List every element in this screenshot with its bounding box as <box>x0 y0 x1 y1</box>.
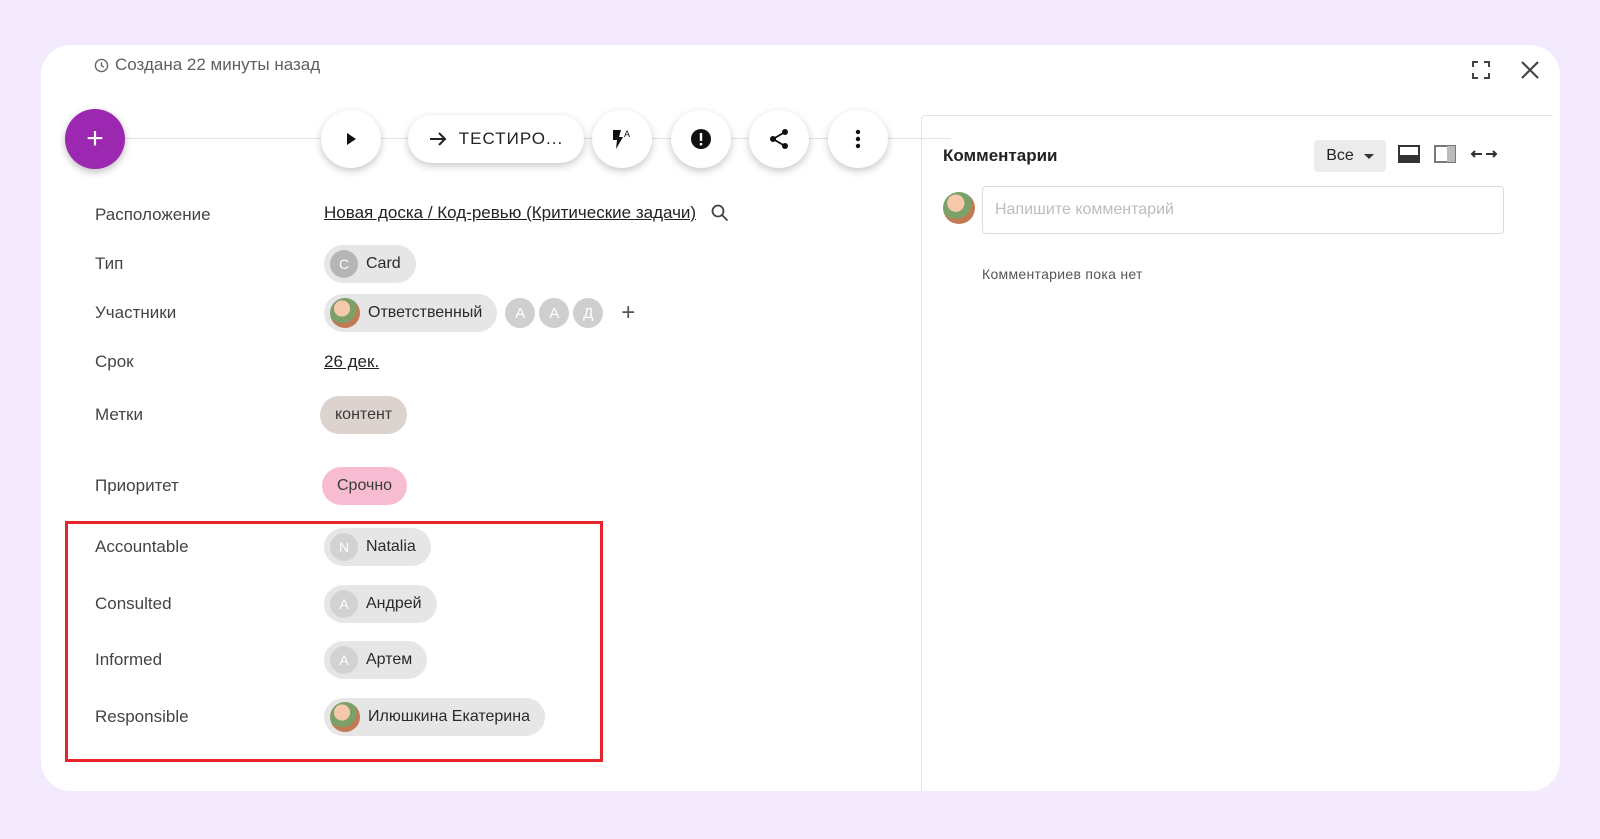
location-label: Расположение <box>95 205 211 224</box>
participants-label: Участники <box>95 303 177 322</box>
priority-label: Приоритет <box>95 476 179 495</box>
participant-avatar[interactable]: Д <box>573 298 604 328</box>
raci-value-informed: А Артем <box>324 641 428 679</box>
clock-icon <box>94 58 109 72</box>
filter-value: Все <box>1326 147 1354 164</box>
raci-value-accountable: N Natalia <box>324 528 431 566</box>
no-comments-text: Комментариев пока нет <box>982 266 1143 282</box>
fullscreen-icon[interactable] <box>1468 57 1494 83</box>
play-button[interactable] <box>321 110 381 168</box>
type-letter: C <box>330 250 358 278</box>
raci-value-responsible: Илюшкина Екатерина <box>324 698 545 736</box>
type-chip[interactable]: C Card <box>324 245 416 283</box>
comment-input[interactable] <box>982 186 1504 234</box>
alert-icon <box>691 129 711 149</box>
plus-icon: + <box>86 122 104 155</box>
card-detail-panel: Создана 22 минуты назад + ТЕСТИРО... A Р… <box>41 45 1560 791</box>
close-icon[interactable] <box>1517 57 1543 83</box>
tags-label: Метки <box>95 405 143 424</box>
arrow-right-icon <box>429 132 447 146</box>
comments-filter-select[interactable]: Все <box>1314 140 1386 172</box>
search-icon[interactable] <box>710 203 730 223</box>
avatar <box>943 192 975 224</box>
participants-value: Ответственный А А Д + <box>324 294 635 332</box>
flash-auto-icon: A <box>613 129 630 149</box>
play-icon <box>347 133 356 145</box>
bottom-panel-icon[interactable] <box>1398 144 1420 164</box>
person-chip[interactable]: Илюшкина Екатерина <box>324 698 545 736</box>
raci-label-informed: Informed <box>95 650 163 669</box>
type-name: Card <box>366 255 401 272</box>
person-letter: N <box>330 533 358 561</box>
due-label: Срок <box>95 352 134 371</box>
tag-chip[interactable]: контент <box>320 396 408 434</box>
avatar <box>330 298 360 328</box>
person-name: Natalia <box>366 538 416 555</box>
created-text: Создана 22 минуты назад <box>115 55 321 74</box>
status-label: ТЕСТИРО... <box>458 129 564 148</box>
side-panel-icon[interactable] <box>1434 144 1456 164</box>
type-value: C Card <box>324 245 416 283</box>
responsible-chip[interactable]: Ответственный <box>324 294 498 332</box>
raci-label-responsible: Responsible <box>95 707 189 726</box>
person-chip[interactable]: А Артем <box>324 641 428 679</box>
raci-label-consulted: Consulted <box>95 594 172 613</box>
person-letter: А <box>330 646 358 674</box>
share-icon <box>770 129 788 149</box>
person-name: Илюшкина Екатерина <box>368 708 530 725</box>
automation-button[interactable]: A <box>592 110 652 168</box>
person-name: Артем <box>366 651 413 668</box>
raci-label-accountable: Accountable <box>95 537 189 556</box>
add-button[interactable]: + <box>65 109 125 169</box>
alert-button[interactable] <box>671 110 731 168</box>
tags-value: контент <box>320 396 408 434</box>
priority-value: Срочно <box>322 467 408 505</box>
person-chip[interactable]: N Natalia <box>324 528 431 566</box>
location-value: Новая доска / Код-ревью (Критические зад… <box>324 203 730 223</box>
share-button[interactable] <box>749 110 809 168</box>
created-info: Создана 22 минуты назад <box>94 55 320 75</box>
due-link[interactable]: 26 дек. <box>324 352 379 372</box>
person-name: Андрей <box>366 595 422 612</box>
raci-value-consulted: А Андрей <box>324 585 437 623</box>
comments-title: Комментарии <box>943 146 1058 165</box>
person-chip[interactable]: А Андрей <box>324 585 437 623</box>
comments-panel: Комментарии Все Комментариев пока нет <box>921 115 1553 791</box>
add-participant-icon[interactable]: + <box>621 299 635 327</box>
type-label: Тип <box>95 254 124 273</box>
person-letter: А <box>330 590 358 618</box>
caret-down-icon <box>1363 153 1374 159</box>
more-vertical-icon <box>855 129 861 149</box>
participant-avatar[interactable]: А <box>539 298 570 328</box>
avatar <box>330 702 360 732</box>
participant-avatar[interactable]: А <box>505 298 536 328</box>
priority-chip[interactable]: Срочно <box>322 467 408 505</box>
status-button[interactable]: ТЕСТИРО... <box>408 115 584 163</box>
expand-width-icon[interactable] <box>1470 144 1498 164</box>
more-button[interactable] <box>828 110 888 168</box>
due-value: 26 дек. <box>324 352 379 372</box>
svg-text:A: A <box>624 129 630 139</box>
location-link[interactable]: Новая доска / Код-ревью (Критические зад… <box>324 203 696 223</box>
responsible-label: Ответственный <box>368 304 483 321</box>
